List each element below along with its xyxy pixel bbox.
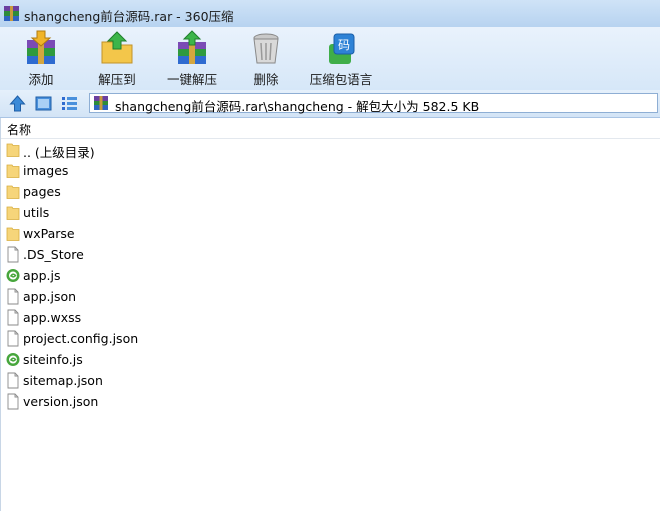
rar-archive-icon [4, 6, 19, 21]
list-item-folder[interactable]: images [1, 160, 201, 181]
file-icon [7, 246, 19, 263]
list-item-file[interactable]: project.config.json [1, 328, 201, 349]
list-item-name: app.json [23, 289, 77, 304]
list-view-icon[interactable] [61, 95, 78, 112]
list-item-name: .. (上级目录) [23, 145, 95, 160]
one-click-extract-button-label: 一键解压 [166, 72, 217, 87]
file-icon [7, 372, 19, 389]
delete-trash-icon [253, 33, 279, 64]
list-item-folder[interactable]: wxParse [1, 223, 201, 244]
file-icon [7, 309, 19, 326]
js-file-icon [6, 269, 20, 282]
list-item-file[interactable]: app.js [1, 265, 201, 286]
delete-button-label: 删除 [253, 72, 279, 87]
extract-to-button-label: 解压到 [98, 72, 136, 87]
folder-icon [6, 164, 20, 178]
title-bar: shangcheng前台源码.rar - 360压缩 [0, 0, 660, 28]
rar-archive-small-icon [94, 96, 108, 110]
list-item-file[interactable]: .DS_Store [1, 244, 201, 265]
list-item-file[interactable]: sitemap.json [1, 370, 201, 391]
list-item-name: utils [23, 205, 50, 220]
list-item-name: project.config.json [23, 331, 139, 346]
list-item-name: images [23, 163, 69, 178]
list-item-name: app.js [23, 268, 61, 283]
list-item-file[interactable]: siteinfo.js [1, 349, 201, 370]
folder-icon [6, 206, 20, 220]
archive-language-button-label: 压缩包语言 [309, 72, 373, 87]
add-archive-icon [27, 30, 55, 64]
list-item-name: sitemap.json [23, 373, 103, 388]
list-item-folder[interactable]: utils [1, 202, 201, 223]
path-text: shangcheng前台源码.rar\shangcheng - 解包大小为 58… [115, 99, 480, 114]
file-list: 名称 .. (上级目录) images pages utils wxParse .DS_S… [0, 118, 660, 511]
column-header-name[interactable]: 名称 [1, 118, 660, 139]
folder-icon [6, 227, 20, 241]
add-button-label: 添加 [28, 72, 54, 87]
list-item-name: wxParse [23, 226, 75, 241]
list-item-folder[interactable]: .. (上级目录) [1, 139, 201, 160]
file-icon [7, 330, 19, 347]
archive-language-button[interactable]: 码 压缩包语言 [308, 30, 374, 88]
file-icon [7, 393, 19, 410]
list-item-file[interactable]: version.json [1, 391, 201, 412]
delete-button[interactable]: 删除 [246, 30, 286, 88]
list-item-name: .DS_Store [23, 247, 84, 262]
window-title: shangcheng前台源码.rar - 360压缩 [24, 9, 234, 24]
js-file-icon [6, 353, 20, 366]
address-bar: shangcheng前台源码.rar\shangcheng - 解包大小为 58… [0, 90, 660, 118]
toolbar: 添加 解压到 一键解压 删除 码 压缩包语言 [0, 27, 660, 91]
folder-icon [6, 143, 20, 157]
one-click-extract-button[interactable]: 一键解压 [164, 30, 220, 88]
extract-to-icon [101, 31, 133, 64]
list-item-folder[interactable]: pages [1, 181, 201, 202]
list-item-file[interactable]: app.json [1, 286, 201, 307]
extract-to-button[interactable]: 解压到 [88, 30, 146, 88]
file-icon [7, 288, 19, 305]
archive-language-icon: 码 [329, 33, 355, 64]
list-item-name: version.json [23, 394, 99, 409]
list-item-name: pages [23, 184, 61, 199]
file-rows: .. (上级目录) images pages utils wxParse .DS_Stor… [1, 139, 201, 412]
column-header-label: 名称 [7, 123, 32, 137]
folder-icon [6, 185, 20, 199]
add-button[interactable]: 添加 [14, 30, 68, 88]
one-click-extract-icon [178, 30, 206, 64]
path-field[interactable]: shangcheng前台源码.rar\shangcheng - 解包大小为 58… [89, 93, 658, 114]
large-icon-view-icon[interactable] [35, 95, 52, 112]
list-item-name: siteinfo.js [23, 352, 83, 367]
svg-text:码: 码 [338, 38, 350, 52]
list-item-name: app.wxss [23, 310, 82, 325]
list-item-file[interactable]: app.wxss [1, 307, 201, 328]
up-arrow-icon[interactable] [9, 95, 26, 112]
